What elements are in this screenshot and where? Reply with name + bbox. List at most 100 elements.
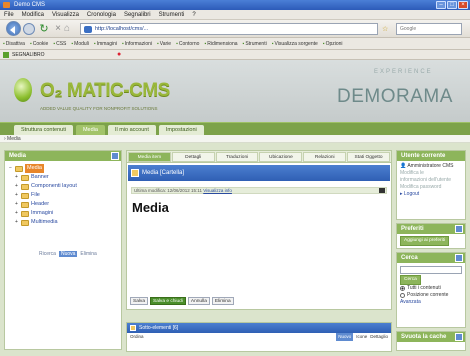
firefox-icon — [3, 2, 10, 8]
folder-icon — [130, 325, 136, 331]
subitems-action[interactable]: Icone — [356, 333, 367, 341]
bookmarks-toolbar: SEGNALIBRO ● — [0, 50, 470, 60]
menu-item[interactable]: Visualizza — [52, 10, 79, 19]
maximize-button[interactable]: □ — [447, 1, 457, 9]
toolbar-item[interactable]: Opzioni — [323, 38, 343, 49]
toolbar-item[interactable]: Cookie — [30, 38, 49, 49]
expand-icon[interactable]: + — [15, 182, 19, 191]
tree-node[interactable]: + Immagini — [9, 209, 117, 218]
panel-toggle-button[interactable] — [455, 225, 463, 233]
advanced-search-link[interactable]: Avanzata — [400, 299, 462, 306]
home-icon[interactable]: ⌂ — [64, 23, 76, 35]
stop-icon[interactable]: × — [52, 23, 64, 35]
bookmark-label[interactable]: SEGNALIBRO — [12, 50, 45, 60]
editor-tab[interactable]: Ubicazione — [259, 152, 303, 162]
expand-icon[interactable]: + — [15, 218, 19, 227]
toolbar-item[interactable]: Visualizza sorgente — [272, 38, 318, 49]
media-header: Media [Cartella] — [128, 165, 390, 181]
subitems-action[interactable]: Nuovo — [336, 333, 354, 341]
toolbar-item[interactable]: Informazioni — [122, 38, 152, 49]
tree-node[interactable]: + Banner — [9, 173, 117, 182]
tree-node-label: Header — [31, 201, 50, 207]
tree-node[interactable]: + Componenti layout — [9, 182, 117, 191]
editor-tab[interactable]: Dettagli — [171, 152, 215, 162]
toolbar-item[interactable]: Contorno — [176, 38, 200, 49]
search-button[interactable]: Cerca — [400, 275, 421, 285]
tree-node[interactable]: + Header — [9, 200, 117, 209]
menu-item[interactable]: Segnalibri — [124, 10, 151, 19]
search-current-option[interactable]: Posizione corrente — [400, 292, 462, 299]
add-favorite-button[interactable]: Aggiungi ai preferiti — [400, 236, 450, 246]
search-panel: Cerca Cerca Tutti i contenuti Posizione … — [396, 252, 466, 328]
menu-item[interactable]: Modifica — [22, 10, 44, 19]
panel-toggle-button[interactable] — [455, 333, 463, 341]
view-info-link[interactable]: Visualizza info — [203, 188, 232, 193]
bookmark-star-icon[interactable]: ☆ — [382, 25, 388, 33]
tree-node[interactable]: − Media — [9, 164, 117, 173]
window-titlebar: Demo CMS — [0, 0, 470, 10]
address-bar[interactable]: http://localhost/cms/... — [80, 23, 378, 35]
editor-tab[interactable]: Stati Oggetto — [347, 152, 390, 162]
editor-tab[interactable]: Relazioni — [303, 152, 347, 162]
user-name: 👤 Amministratore CMS — [400, 163, 454, 169]
search-input[interactable]: Google — [396, 23, 462, 35]
search-field[interactable] — [400, 266, 462, 274]
toolbar-item[interactable]: Strumenti — [243, 38, 266, 49]
menu-item[interactable]: Strumenti — [159, 10, 185, 19]
expand-icon[interactable]: + — [15, 173, 19, 182]
sort-label[interactable]: Ordina — [130, 334, 144, 339]
editor-tab[interactable]: Media item — [128, 152, 171, 162]
toolbar-item[interactable]: Immagini — [94, 38, 117, 49]
nav-tab[interactable]: Media — [75, 125, 105, 135]
radio-label: Posizione corrente — [407, 292, 449, 298]
tree-action[interactable]: Elimina — [80, 251, 96, 257]
logout-link[interactable]: ▸ Logout — [400, 191, 462, 198]
toolbar-item[interactable]: Ridimensiona — [204, 38, 237, 49]
info-toggle-icon[interactable] — [379, 188, 385, 193]
window-title: Demo CMS — [14, 2, 46, 8]
minimize-button[interactable]: – — [436, 1, 446, 9]
editor-action-button[interactable]: Annulla — [187, 297, 210, 305]
tree-action[interactable]: Nuova — [58, 251, 78, 257]
subitems-action[interactable]: Dettaglio — [370, 333, 388, 341]
error-icon[interactable]: ● — [117, 51, 121, 59]
tree-node[interactable]: + File — [9, 191, 117, 200]
toolbar-item[interactable]: CSS — [53, 38, 66, 49]
forward-button[interactable] — [23, 23, 35, 35]
nav-tab[interactable]: Impostazioni — [158, 125, 204, 135]
cms-logo[interactable]: O₂ MATIC-CMS — [40, 80, 170, 102]
toolbar-item[interactable]: Varie — [157, 38, 171, 49]
user-item[interactable]: informazioni dell'utente — [400, 177, 462, 184]
page-title: Media — [132, 200, 169, 215]
panel-toggle-button[interactable] — [455, 254, 463, 262]
tree-node-label: Immagini — [31, 210, 54, 216]
user-item[interactable]: Modifica le — [400, 170, 462, 177]
expand-icon[interactable]: + — [15, 191, 19, 200]
panel-header: Utente corrente — [397, 151, 465, 161]
editor-action-button[interactable]: Salva e chiudi — [150, 297, 186, 305]
tree-node[interactable]: + Multimedia — [9, 218, 117, 227]
menu-item[interactable]: ? — [192, 10, 195, 19]
close-button[interactable]: × — [458, 1, 468, 9]
navigation-bar: ↻ × ⌂ http://localhost/cms/... ☆ Google — [0, 20, 470, 38]
reload-icon[interactable]: ↻ — [38, 23, 50, 35]
menu-item[interactable]: Cronologia — [87, 10, 116, 19]
panel-toggle-button[interactable] — [111, 152, 119, 160]
expand-icon[interactable]: − — [9, 164, 13, 173]
nav-tab[interactable]: Il mio account — [107, 125, 156, 135]
editor-action-button[interactable]: Salva — [130, 297, 148, 305]
expand-icon[interactable]: + — [15, 209, 19, 218]
menu-item[interactable]: File — [4, 10, 14, 19]
toolbar-item[interactable]: Disattiva — [3, 38, 25, 49]
nav-tab[interactable]: Struttura contenuti — [14, 125, 73, 135]
expand-icon[interactable]: + — [15, 200, 19, 209]
tree-action[interactable]: Ricerca — [39, 251, 56, 257]
back-button[interactable] — [6, 21, 21, 36]
modified-info: Ultima modifica: 12/06/2012 15:11 Visual… — [131, 187, 387, 194]
user-item[interactable]: Modifica password — [400, 184, 462, 191]
tree-node-label: Multimedia — [31, 219, 58, 225]
toolbar-item[interactable]: Moduli — [71, 38, 89, 49]
editor-tab[interactable]: Traduzioni — [215, 152, 259, 162]
search-all-option[interactable]: Tutti i contenuti — [400, 285, 462, 292]
editor-action-button[interactable]: Elimina — [211, 297, 234, 305]
